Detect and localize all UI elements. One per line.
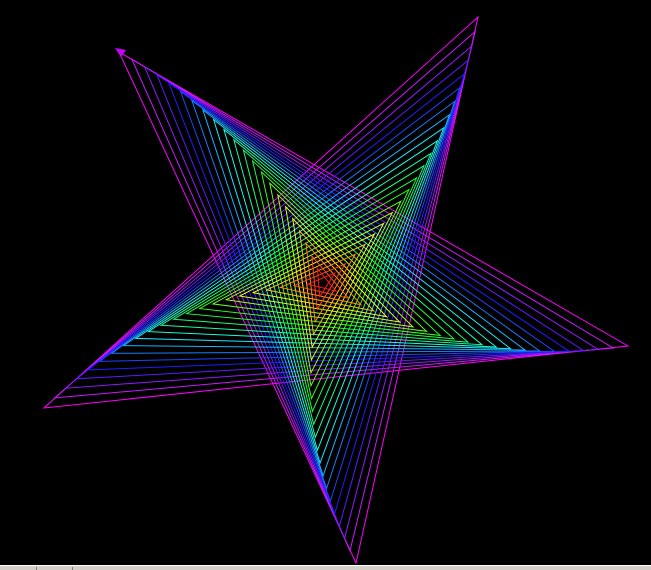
star-outline	[98, 86, 556, 503]
star-outline	[251, 217, 389, 349]
star-outline	[224, 193, 415, 375]
star-outline	[64, 44, 600, 541]
nested-star-drawing	[42, 15, 630, 565]
drawing-canvas	[0, 0, 651, 565]
star-outline	[42, 15, 630, 565]
status-bar	[0, 565, 651, 570]
star-outline-layers	[42, 15, 630, 565]
